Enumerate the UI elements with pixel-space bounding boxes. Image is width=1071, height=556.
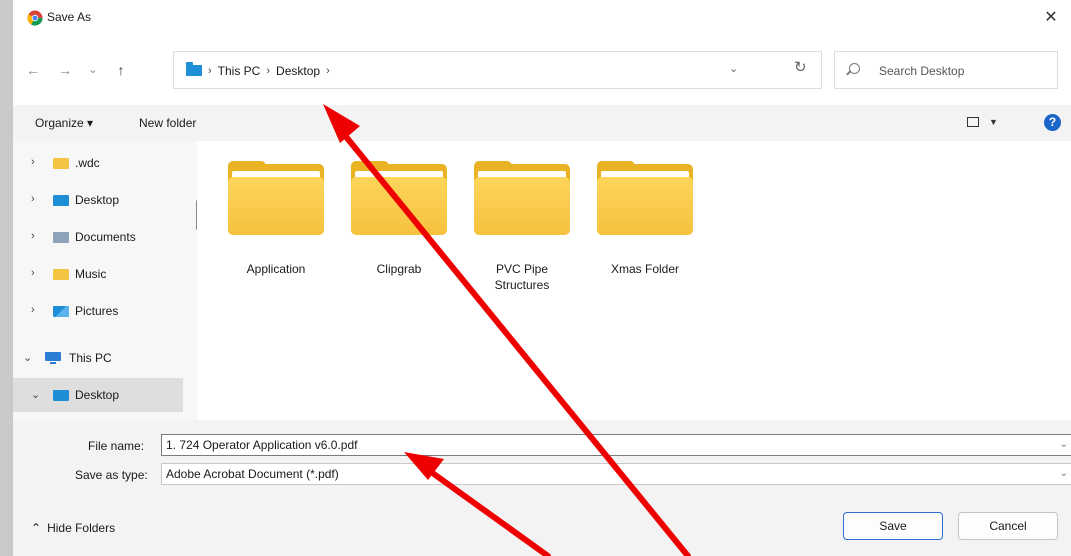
command-toolbar: Organize ▾ New folder ▼ ?	[13, 105, 1071, 141]
desktop-folder-icon	[53, 195, 69, 206]
documents-folder-icon	[53, 232, 69, 243]
breadcrumb-separator-icon: ›	[266, 65, 271, 77]
expand-chevron-icon[interactable]: ›	[31, 304, 35, 316]
breadcrumb-separator-icon: ›	[208, 65, 212, 77]
sidebar-item-desktop[interactable]: › Desktop	[13, 183, 183, 217]
hide-folders-button[interactable]: ⌃ Hide Folders	[31, 521, 115, 535]
file-list-area: Application Clipgrab PVC PipeStructures	[197, 141, 1071, 420]
folder-icon	[349, 161, 449, 241]
organize-button[interactable]: Organize ▾	[35, 116, 93, 130]
search-input[interactable]: Search Desktop	[834, 51, 1058, 89]
folder-item-clipgrab[interactable]: Clipgrab	[344, 161, 454, 277]
hide-folders-label: Hide Folders	[47, 521, 116, 535]
sidebar-item-this-pc[interactable]: ⌄ This PC	[13, 341, 183, 375]
address-bar[interactable]: › This PC › Desktop ›	[173, 51, 822, 89]
recent-locations-chevron-icon[interactable]: ⌄	[83, 60, 103, 80]
save-as-type-dropdown-icon[interactable]: ⌄	[1060, 468, 1068, 479]
sidebar-item-label: Music	[75, 267, 107, 281]
save-as-type-value: Adobe Acrobat Document (*.pdf)	[166, 467, 339, 481]
search-placeholder: Search Desktop	[879, 64, 965, 78]
sidebar-item-wdc[interactable]: › .wdc	[13, 146, 183, 180]
file-name-input[interactable]: 1. 724 Operator Application v6.0.pdf ⌄	[161, 434, 1071, 456]
sidebar-item-documents[interactable]: › Documents	[13, 220, 183, 254]
folder-item-application[interactable]: Application	[221, 161, 331, 277]
folder-icon	[186, 62, 202, 76]
help-icon[interactable]: ?	[1044, 114, 1061, 131]
save-as-dialog: Save As ✕ ← → ⌄ ↑ › This PC › Desktop › …	[12, 0, 1071, 556]
folder-item-pvc-pipe-structures[interactable]: PVC Pipe Structures	[467, 161, 577, 293]
refresh-icon[interactable]: ↻	[794, 58, 807, 76]
breadcrumb: › This PC › Desktop ›	[208, 64, 330, 78]
sidebar-item-label: Desktop	[75, 388, 120, 402]
expand-chevron-icon[interactable]: ›	[31, 193, 35, 205]
sidebar-item-label: Pictures	[75, 304, 119, 318]
sidebar-item-desktop-selected[interactable]: ⌄ Desktop	[13, 378, 183, 412]
folder-label: Xmas Folder	[610, 262, 680, 276]
close-icon[interactable]: ✕	[1039, 6, 1063, 30]
address-dropdown-chevron-icon[interactable]: ⌄	[729, 62, 738, 75]
window-title: Save As	[47, 10, 92, 24]
chevron-up-icon: ⌃	[31, 521, 42, 535]
sidebar-item-music[interactable]: › Music	[13, 257, 183, 291]
folder-icon	[53, 158, 69, 169]
forward-arrow-icon[interactable]: →	[55, 60, 75, 80]
sidebar-item-label: This PC	[69, 351, 112, 365]
cancel-button[interactable]: Cancel	[958, 512, 1058, 540]
folder-icon	[595, 161, 695, 241]
breadcrumb-this-pc[interactable]: This PC	[218, 64, 261, 78]
view-mode-icon[interactable]	[967, 117, 979, 127]
breadcrumb-desktop[interactable]: Desktop	[276, 64, 320, 78]
sidebar-item-label: Desktop	[75, 193, 120, 207]
file-name-label: File name:	[88, 439, 145, 453]
save-as-type-select[interactable]: Adobe Acrobat Document (*.pdf) ⌄	[161, 463, 1071, 485]
chrome-app-icon	[27, 10, 43, 26]
sidebar-item-label: .wdc	[75, 156, 100, 170]
back-arrow-icon[interactable]: ←	[23, 60, 43, 80]
pictures-folder-icon	[53, 306, 69, 317]
folder-label: PVC Pipe Structures	[494, 262, 550, 292]
sidebar-item-pictures[interactable]: › Pictures	[13, 294, 183, 328]
music-folder-icon	[53, 269, 69, 280]
breadcrumb-separator-icon[interactable]: ›	[326, 65, 330, 77]
folder-label: Clipgrab	[376, 262, 422, 276]
view-dropdown-icon[interactable]: ▼	[989, 117, 998, 127]
expand-chevron-icon[interactable]: ›	[31, 156, 35, 168]
folder-item-xmas-folder[interactable]: Xmas Folder	[590, 161, 700, 277]
new-folder-button[interactable]: New folder	[139, 116, 196, 130]
expand-chevron-icon[interactable]: ›	[31, 230, 35, 242]
save-button[interactable]: Save	[843, 512, 943, 540]
search-icon	[849, 63, 860, 74]
computer-icon	[45, 352, 61, 364]
up-arrow-icon[interactable]: ↑	[111, 60, 131, 80]
file-name-value: 1. 724 Operator Application v6.0.pdf	[166, 438, 358, 452]
desktop-folder-icon	[53, 390, 69, 401]
file-name-dropdown-icon[interactable]: ⌄	[1060, 439, 1068, 450]
collapse-chevron-icon[interactable]: ⌄	[23, 351, 32, 364]
folder-icon	[226, 161, 326, 241]
title-bar: Save As ✕	[13, 0, 1071, 38]
folder-label: Application	[246, 262, 306, 276]
sidebar-item-label: Documents	[75, 230, 136, 244]
navigation-pane: › .wdc › Desktop › Documents › Music › P…	[13, 141, 197, 420]
folder-icon	[472, 161, 572, 241]
background-window-edge	[0, 0, 12, 556]
save-as-type-label: Save as type:	[75, 468, 148, 482]
expand-chevron-icon[interactable]: ›	[31, 267, 35, 279]
collapse-chevron-icon[interactable]: ⌄	[31, 388, 40, 401]
